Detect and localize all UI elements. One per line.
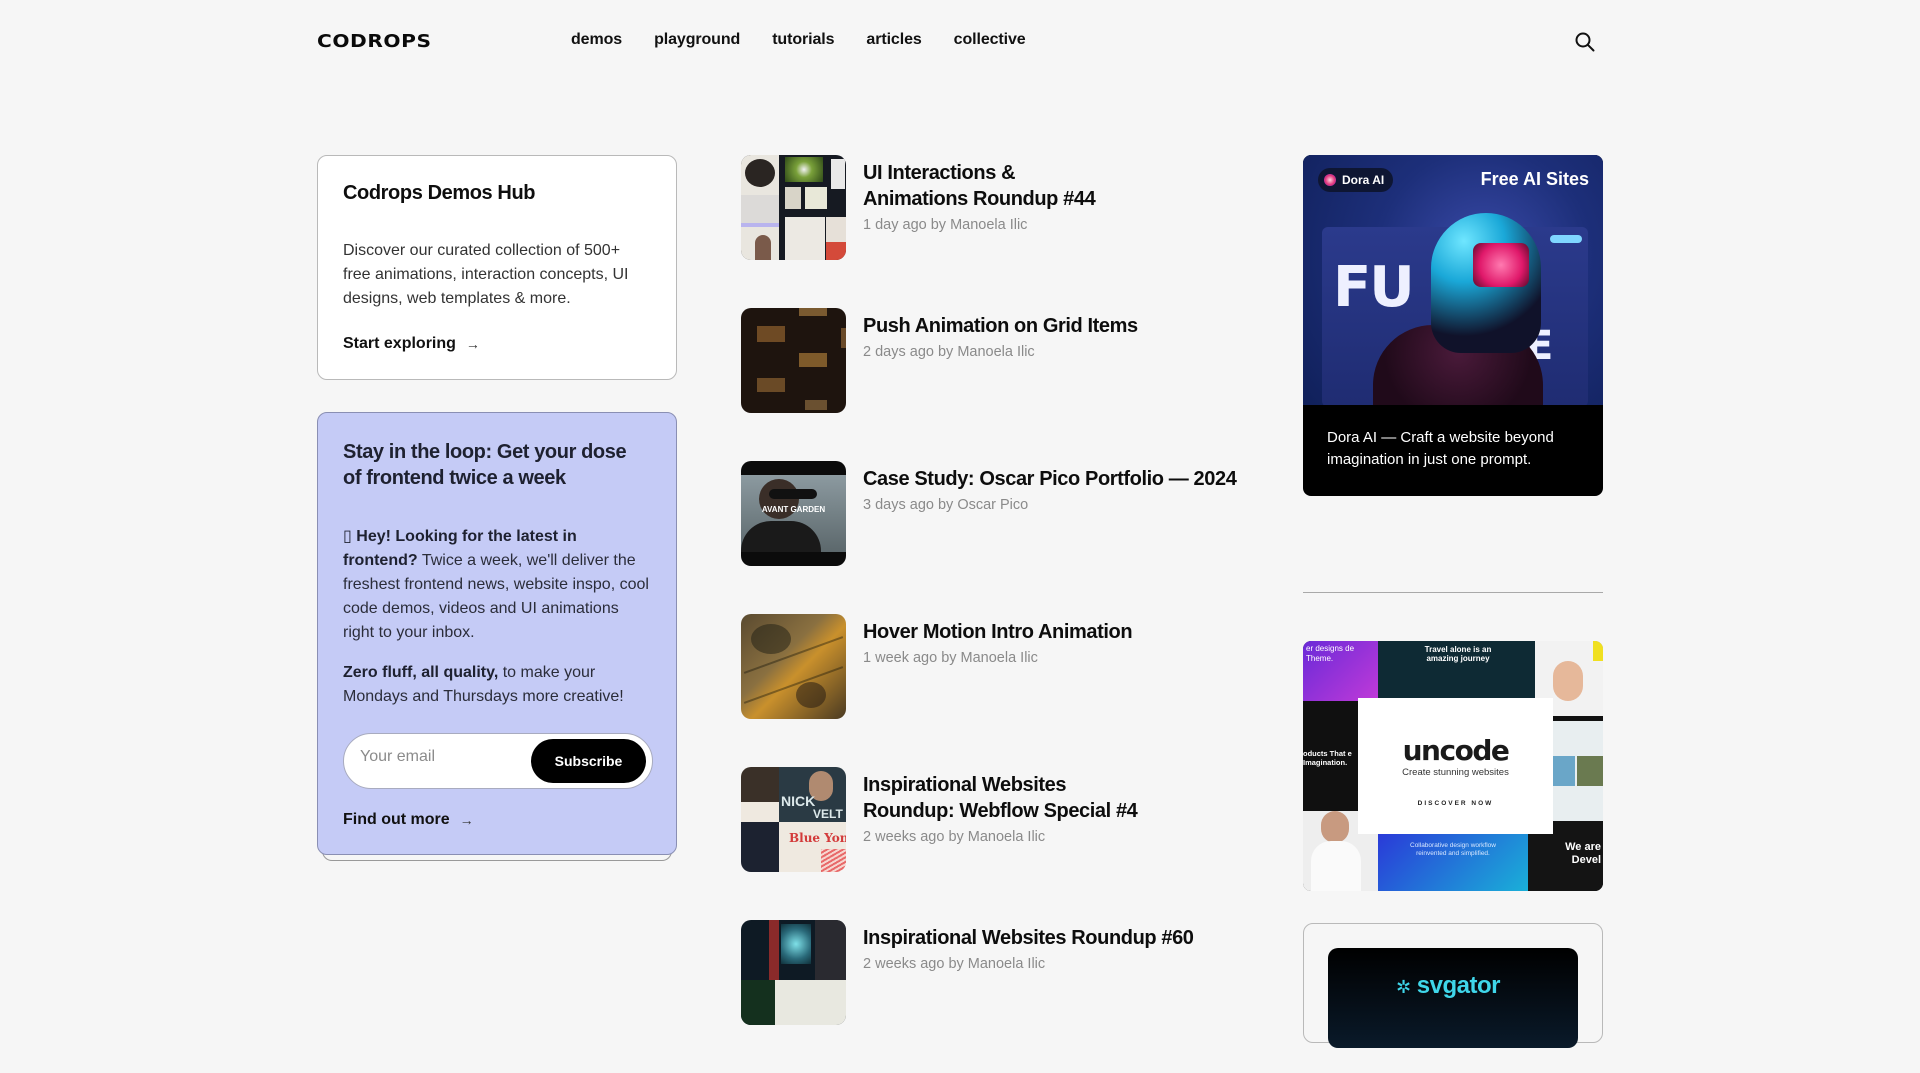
article-title[interactable]: Case Study: Oscar Pico Portfolio — 2024 [863,466,1237,492]
article-title[interactable]: Push Animation on Grid Items [863,313,1138,339]
subscribe-button[interactable]: Subscribe [531,739,646,783]
article-meta: 1 week ago by Manoela Ilic [863,650,1038,666]
tile-text: oducts That e Imagination. [1303,749,1352,767]
article-item[interactable]: Inspirational Websites Roundup #60 2 wee… [741,920,1261,1025]
article-item[interactable]: AVANT GARDEN Case Study: Oscar Pico Port… [741,461,1261,566]
article-thumbnail[interactable]: NICK VELT Blue Yond [741,767,846,872]
sidebar-ads: FU R'E Dora AI Free AI Sites Dora AI — C… [1303,155,1603,1048]
find-out-more-label: Find out more [343,811,450,828]
dora-logo-icon [1324,174,1336,186]
nav-demos[interactable]: demos [571,31,622,49]
article-meta: 3 days ago by Oscar Pico [863,497,1029,513]
find-out-more-link[interactable]: Find out more → [343,811,474,829]
tile-text: er designs de Theme. [1306,644,1355,663]
uncode-tile [1551,721,1603,821]
newsletter-card-wrap: Stay in the loop: Get your dose of front… [317,412,677,861]
article-meta: 2 weeks ago by Manoela Ilic [863,829,1046,845]
hub-title: Codrops Demos Hub [343,182,536,204]
demos-hub-card: Codrops Demos Hub Discover our curated c… [317,155,677,380]
article-text: Push Animation on Grid Items 2 days ago … [863,308,1138,413]
article-thumbnail[interactable] [741,155,846,260]
article-thumbnail[interactable] [741,308,846,413]
nav-tutorials[interactable]: tutorials [772,31,834,49]
article-thumbnail[interactable] [741,920,846,1025]
start-exploring-link[interactable]: Start exploring → [343,335,480,353]
email-input[interactable] [360,748,520,766]
newsletter-outro: Zero fluff, all quality, to make your Mo… [343,661,651,709]
article-text: UI Interactions & Animations Roundup #44… [863,155,1103,260]
uncode-tile: er designs de Theme. [1303,641,1378,701]
thumb-caption: Blue Yond [789,831,846,845]
nav-playground[interactable]: playground [654,31,740,49]
dora-badge-label: Dora AI [1342,173,1385,187]
article-meta: 2 weeks ago by Manoela Ilic [863,956,1046,972]
article-title[interactable]: UI Interactions & Animations Roundup #44 [863,160,1103,212]
article-text: Inspirational Websites Roundup #60 2 wee… [863,920,1194,1025]
article-meta: 2 days ago by Manoela Ilic [863,344,1035,360]
dora-badge: Dora AI [1318,168,1394,192]
svgator-wordmark: svgator [1416,972,1501,999]
left-column: Codrops Demos Hub Discover our curated c… [317,155,677,861]
article-title[interactable]: Inspirational Websites Roundup: Webflow … [863,772,1143,824]
search-button[interactable] [1573,30,1597,54]
dora-caption: Dora AI — Craft a website beyond imagina… [1327,429,1554,468]
article-item[interactable]: Push Animation on Grid Items 2 days ago … [741,308,1261,413]
uncode-tile: Collaborative design workflow reinvented… [1378,834,1528,891]
subscribe-form: Subscribe [343,733,653,789]
dora-big-text: FU [1333,255,1415,320]
arrow-right-icon: → [465,336,480,352]
robot-visor [1473,243,1529,287]
thumb-caption: NICK [781,793,816,809]
svgator-logo: ✲ svgator [1396,972,1500,1000]
article-thumbnail[interactable] [741,614,846,719]
dora-ai-ad[interactable]: FU R'E Dora AI Free AI Sites Dora AI — C… [1303,155,1603,496]
tile-text: Collaborative design workflow reinvented… [1410,842,1496,857]
codrops-logo[interactable]: CODROPS [317,31,432,52]
arrow-right-icon: → [459,812,474,828]
nav-collective[interactable]: collective [954,31,1026,49]
article-item[interactable]: Hover Motion Intro Animation 1 week ago … [741,614,1261,719]
nav-articles[interactable]: articles [866,31,921,49]
thumb-caption: VELT [813,807,843,821]
svgator-banner: ✲ svgator [1328,948,1578,1048]
uncode-ad[interactable]: er designs de Theme. Travel alone is an … [1303,641,1603,891]
article-title[interactable]: Inspirational Websites Roundup #60 [863,925,1194,951]
uncode-tile: Travel alone is an amazing journey [1378,641,1538,698]
article-thumbnail[interactable]: AVANT GARDEN [741,461,846,566]
svgator-ad[interactable]: ✲ svgator [1303,923,1603,1048]
svgator-gear-icon: ✲ [1396,977,1411,997]
site-header: CODROPS demos playground tutorials artic… [0,0,1920,82]
uncode-tile: oducts That e Imagination. [1303,701,1361,811]
article-meta: 1 day ago by Manoela Ilic [863,217,1028,233]
tile-text: Travel alone is an amazing journey [1424,645,1492,663]
article-list: UI Interactions & Animations Roundup #44… [741,155,1261,1073]
thumb-caption: AVANT GARDEN [761,505,826,514]
wave-emoji-icon: ▯ [343,528,352,545]
article-item[interactable]: NICK VELT Blue Yond Inspirational Websit… [741,767,1261,872]
article-title[interactable]: Hover Motion Intro Animation [863,619,1133,645]
newsletter-intro: ▯ Hey! Looking for the latest in fronten… [343,525,651,645]
dora-ad-image: FU R'E Dora AI Free AI Sites [1303,155,1603,405]
uncode-subtitle: Create stunning websites [1402,767,1509,778]
newsletter-title: Stay in the loop: Get your dose of front… [343,441,627,489]
discover-now-button[interactable]: DISCOVER NOW [1358,800,1553,807]
hub-description: Discover our curated collection of 500+ … [343,242,629,307]
newsletter-card: Stay in the loop: Get your dose of front… [317,412,677,855]
article-text: Hover Motion Intro Animation 1 week ago … [863,614,1133,719]
uncode-logo: uncode [1402,734,1510,767]
main-nav: demos playground tutorials articles coll… [571,31,1058,49]
article-text: Case Study: Oscar Pico Portfolio — 2024 … [863,461,1237,566]
sidebar-divider [1303,592,1603,593]
start-exploring-label: Start exploring [343,335,456,352]
uncode-promo-box: uncode Create stunning websites DISCOVER… [1358,698,1553,834]
dora-headline: Free AI Sites [1480,169,1589,189]
search-icon [1575,32,1595,52]
article-item[interactable]: UI Interactions & Animations Roundup #44… [741,155,1261,260]
article-text: Inspirational Websites Roundup: Webflow … [863,767,1143,872]
outro-bold: Zero fluff, all quality, [343,664,499,681]
get-demo-pill [1550,235,1582,243]
